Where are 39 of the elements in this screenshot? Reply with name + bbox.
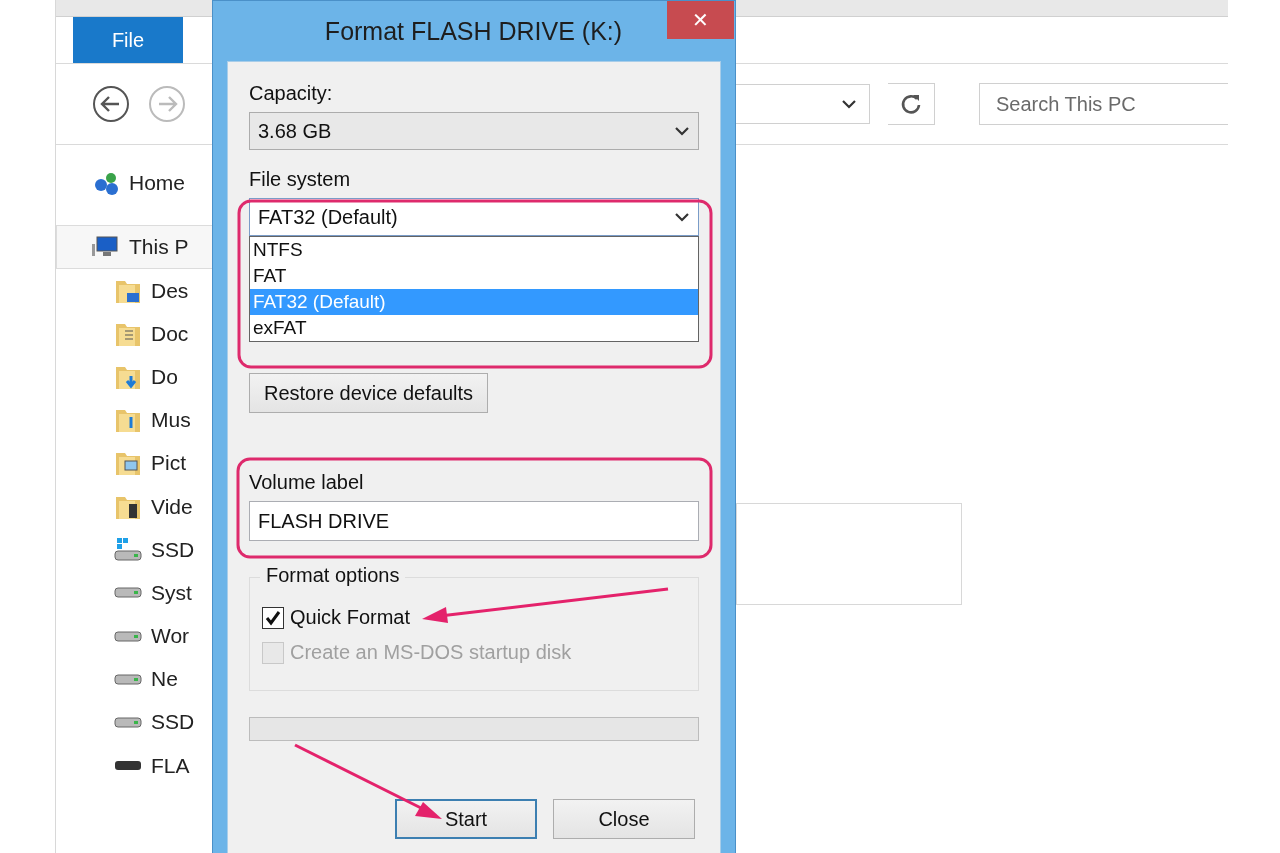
nav-item[interactable]: SSD bbox=[56, 700, 216, 745]
drive-icon bbox=[113, 759, 143, 773]
checkbox[interactable] bbox=[262, 606, 284, 629]
nav-item[interactable]: FLA bbox=[56, 744, 216, 788]
ribbon-tab[interactable]: File bbox=[73, 17, 183, 63]
restore-defaults-button[interactable]: Restore device defaults bbox=[249, 373, 488, 413]
dialog-button[interactable]: Start bbox=[395, 799, 537, 839]
nav-item[interactable]: Do bbox=[56, 355, 216, 399]
nav-item[interactable]: SSD bbox=[56, 528, 216, 572]
nav-item[interactable]: Wor bbox=[56, 614, 216, 658]
nav-item[interactable]: Vide bbox=[56, 484, 216, 529]
field-label: File system bbox=[249, 168, 352, 191]
chevron-down-icon bbox=[674, 126, 690, 136]
back-icon[interactable] bbox=[92, 85, 130, 123]
chevron-down-icon bbox=[674, 212, 690, 222]
nav-item[interactable]: Ne bbox=[56, 657, 216, 701]
refresh-button[interactable] bbox=[888, 83, 935, 125]
window-title: Format FLASH DRIVE (K:) bbox=[323, 16, 624, 46]
chevron-down-icon bbox=[841, 99, 857, 109]
nav-item[interactable]: Mus bbox=[56, 398, 216, 442]
drive-icon bbox=[113, 629, 143, 643]
group-legend: Format options bbox=[260, 564, 406, 587]
close-button[interactable]: ✕ bbox=[667, 1, 734, 39]
nav-item[interactable]: Des bbox=[56, 269, 216, 313]
drive-icon bbox=[113, 715, 143, 729]
volume-label-field[interactable]: FLASH DRIVE bbox=[249, 501, 699, 541]
field-label: Capacity: bbox=[249, 82, 334, 105]
dialog-button[interactable]: Close bbox=[553, 799, 695, 839]
search-field[interactable]: Search This PC bbox=[979, 83, 1228, 125]
nav-item[interactable]: Pict bbox=[56, 441, 216, 485]
refresh-icon bbox=[900, 93, 922, 115]
nav-item[interactable]: Syst bbox=[56, 571, 216, 615]
nav-item[interactable]: Doc bbox=[56, 312, 216, 356]
drive-icon bbox=[113, 672, 143, 686]
capacity-dropdown[interactable]: 3.68 GB bbox=[249, 112, 699, 150]
nav-item[interactable]: Home bbox=[56, 161, 216, 205]
field-label: Volume label bbox=[249, 471, 365, 494]
checkbox-option[interactable]: Quick Format bbox=[262, 606, 686, 629]
drive-icon bbox=[113, 586, 143, 600]
